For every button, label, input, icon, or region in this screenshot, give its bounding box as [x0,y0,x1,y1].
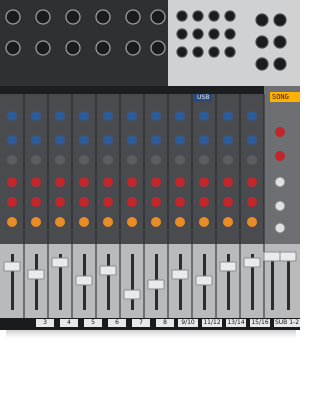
audio-mixer: SONG USB 3 4 5 6 7 8 9/10 11/12 13/14 15… [0,0,300,400]
mixer-controls [3,9,297,318]
base-shadow [6,330,296,338]
